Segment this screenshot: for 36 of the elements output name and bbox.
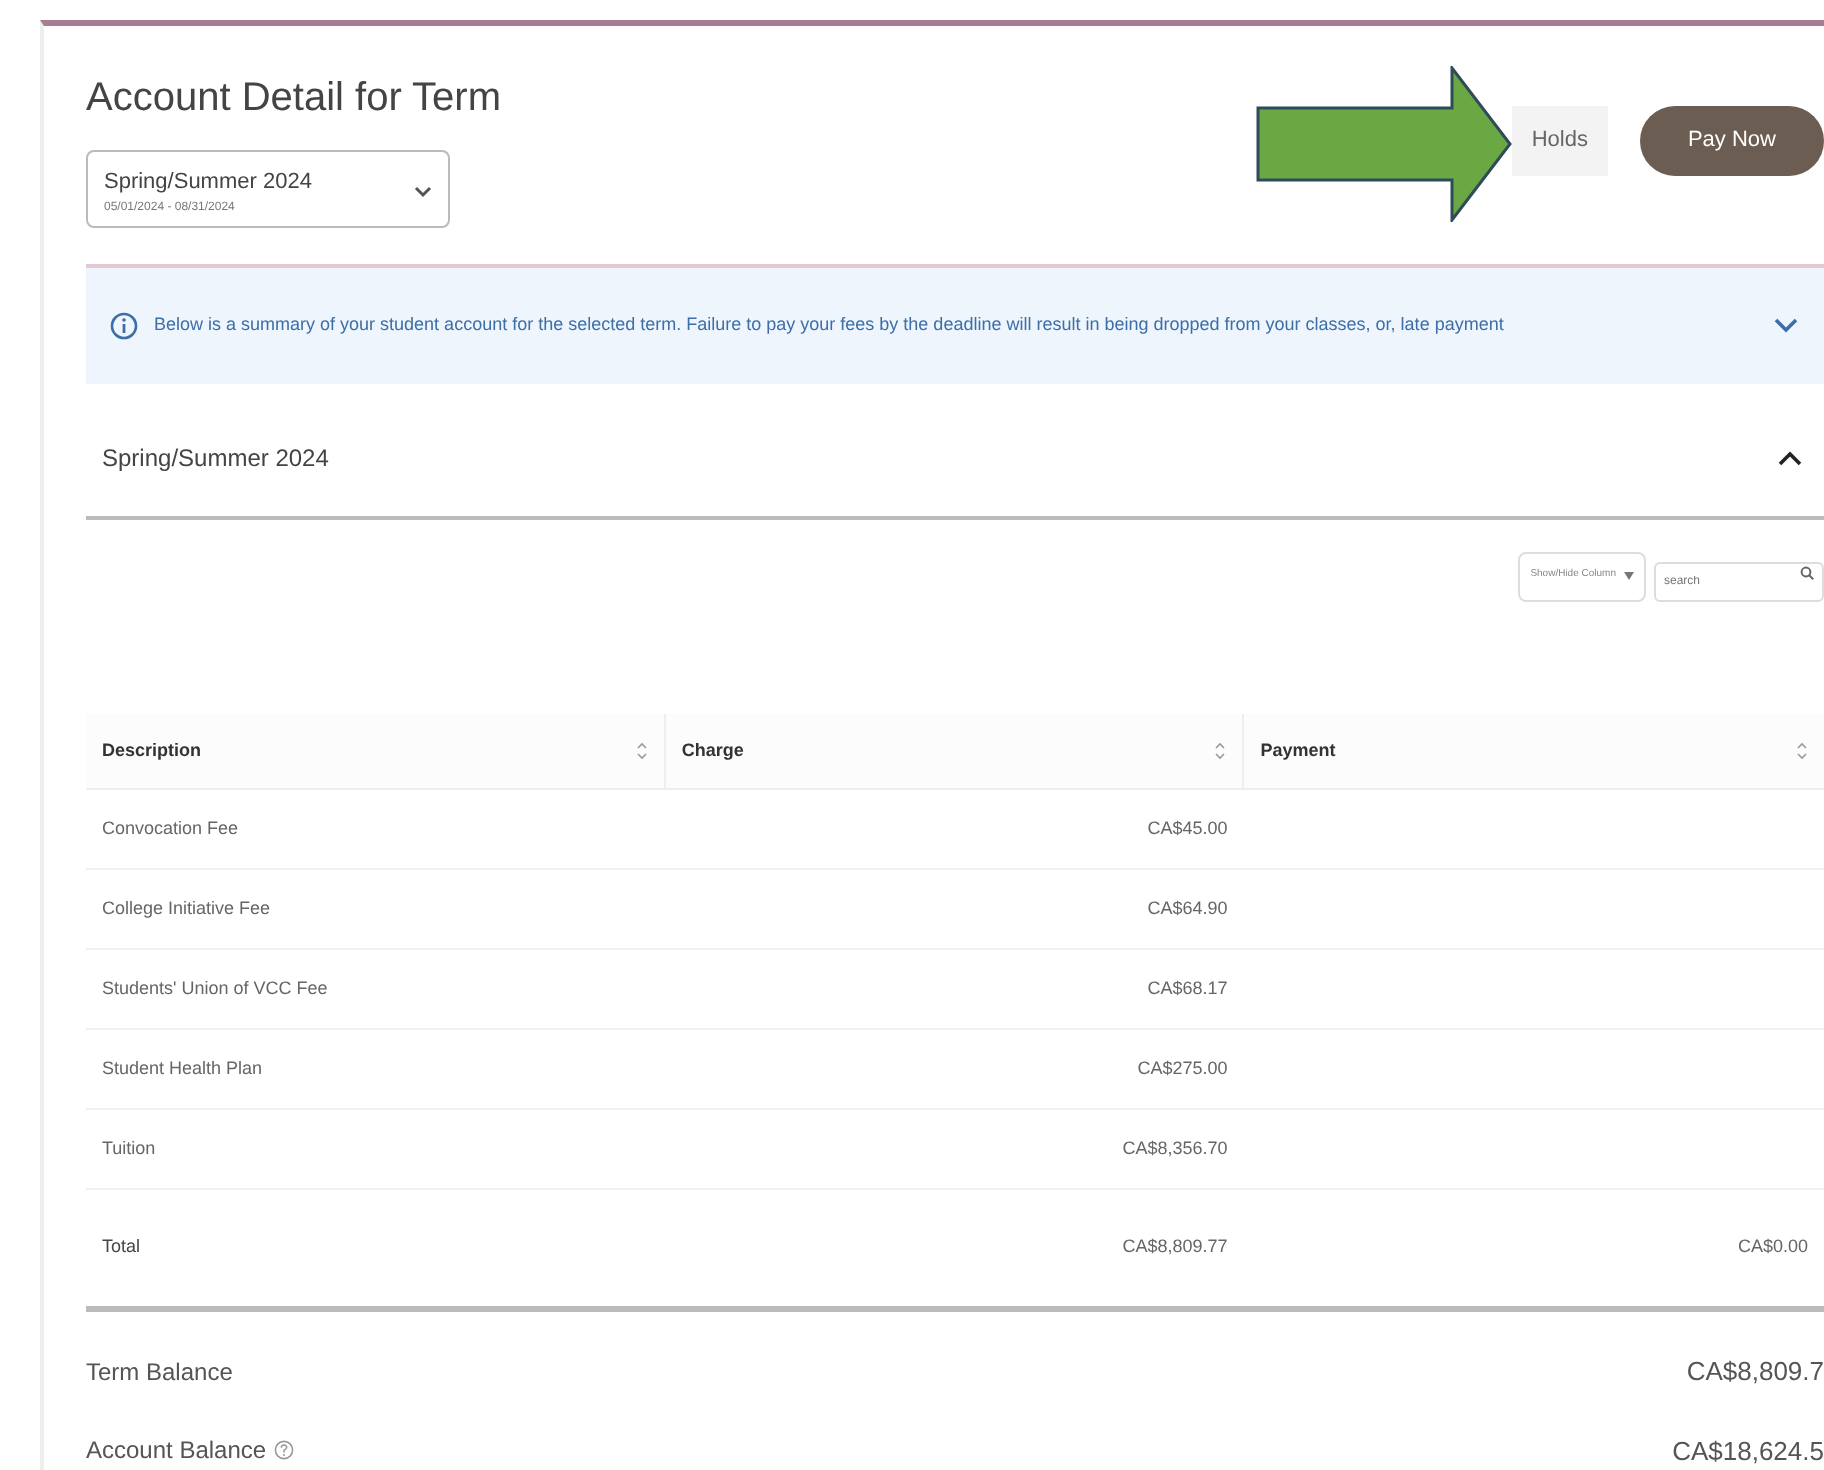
table-cell: Students' Union of VCC Fee <box>102 977 328 998</box>
caret-icon <box>414 185 432 198</box>
caret-icon <box>1624 572 1634 580</box>
table-cell: Tuition <box>102 1137 156 1158</box>
search-icon <box>1800 565 1814 579</box>
table-cell: CA$68.17 <box>1147 977 1228 998</box>
table-cell: CA$45.00 <box>1147 817 1228 838</box>
help-icon[interactable] <box>274 1440 295 1461</box>
sort-icon[interactable] <box>635 741 648 760</box>
table-cell: CA$275.00 <box>1137 1057 1228 1078</box>
section-title: Spring/Summer 2024 <box>102 441 331 475</box>
table-cell: Convocation Fee <box>102 817 239 838</box>
column-header[interactable]: Charge <box>681 737 1215 764</box>
sort-icon[interactable] <box>1214 741 1227 760</box>
table-cell: Total <box>102 1236 141 1257</box>
holds-button[interactable]: Holds <box>1511 106 1608 175</box>
table-cell: CA$64.90 <box>1147 897 1228 918</box>
term-name: Spring/Summer 2024 <box>104 168 314 198</box>
chevron-icon[interactable] <box>1776 447 1804 467</box>
balance-value: CA$18,624.5 <box>1672 1433 1824 1469</box>
page-title: Account Detail for Term <box>86 74 503 122</box>
table-cell: CA$0.00 <box>1737 1236 1808 1257</box>
column-header[interactable]: Description <box>102 737 636 764</box>
table-cell: Student Health Plan <box>102 1057 263 1078</box>
sort-icon[interactable] <box>1796 741 1808 760</box>
table-cell: CA$8,809.77 <box>1122 1236 1228 1257</box>
balance-value: CA$8,809.7 <box>1686 1354 1824 1390</box>
balance-label: Term Balance <box>86 1355 233 1390</box>
notice-text: Below is a summary of your student account for the selected term. Failure to pay your fees by the deadline will result in being dropped from your classes, or, late payment <box>154 311 1506 338</box>
table-cell: College Initiative Fee <box>102 897 271 918</box>
balance-label: Account Balance <box>86 1434 267 1469</box>
info-icon <box>110 311 138 339</box>
column-header[interactable]: Payment <box>1260 737 1796 764</box>
pay-now-button[interactable]: Pay Now <box>1639 106 1824 175</box>
arrow-icon <box>1255 66 1512 222</box>
table-cell: CA$8,356.70 <box>1122 1137 1228 1158</box>
